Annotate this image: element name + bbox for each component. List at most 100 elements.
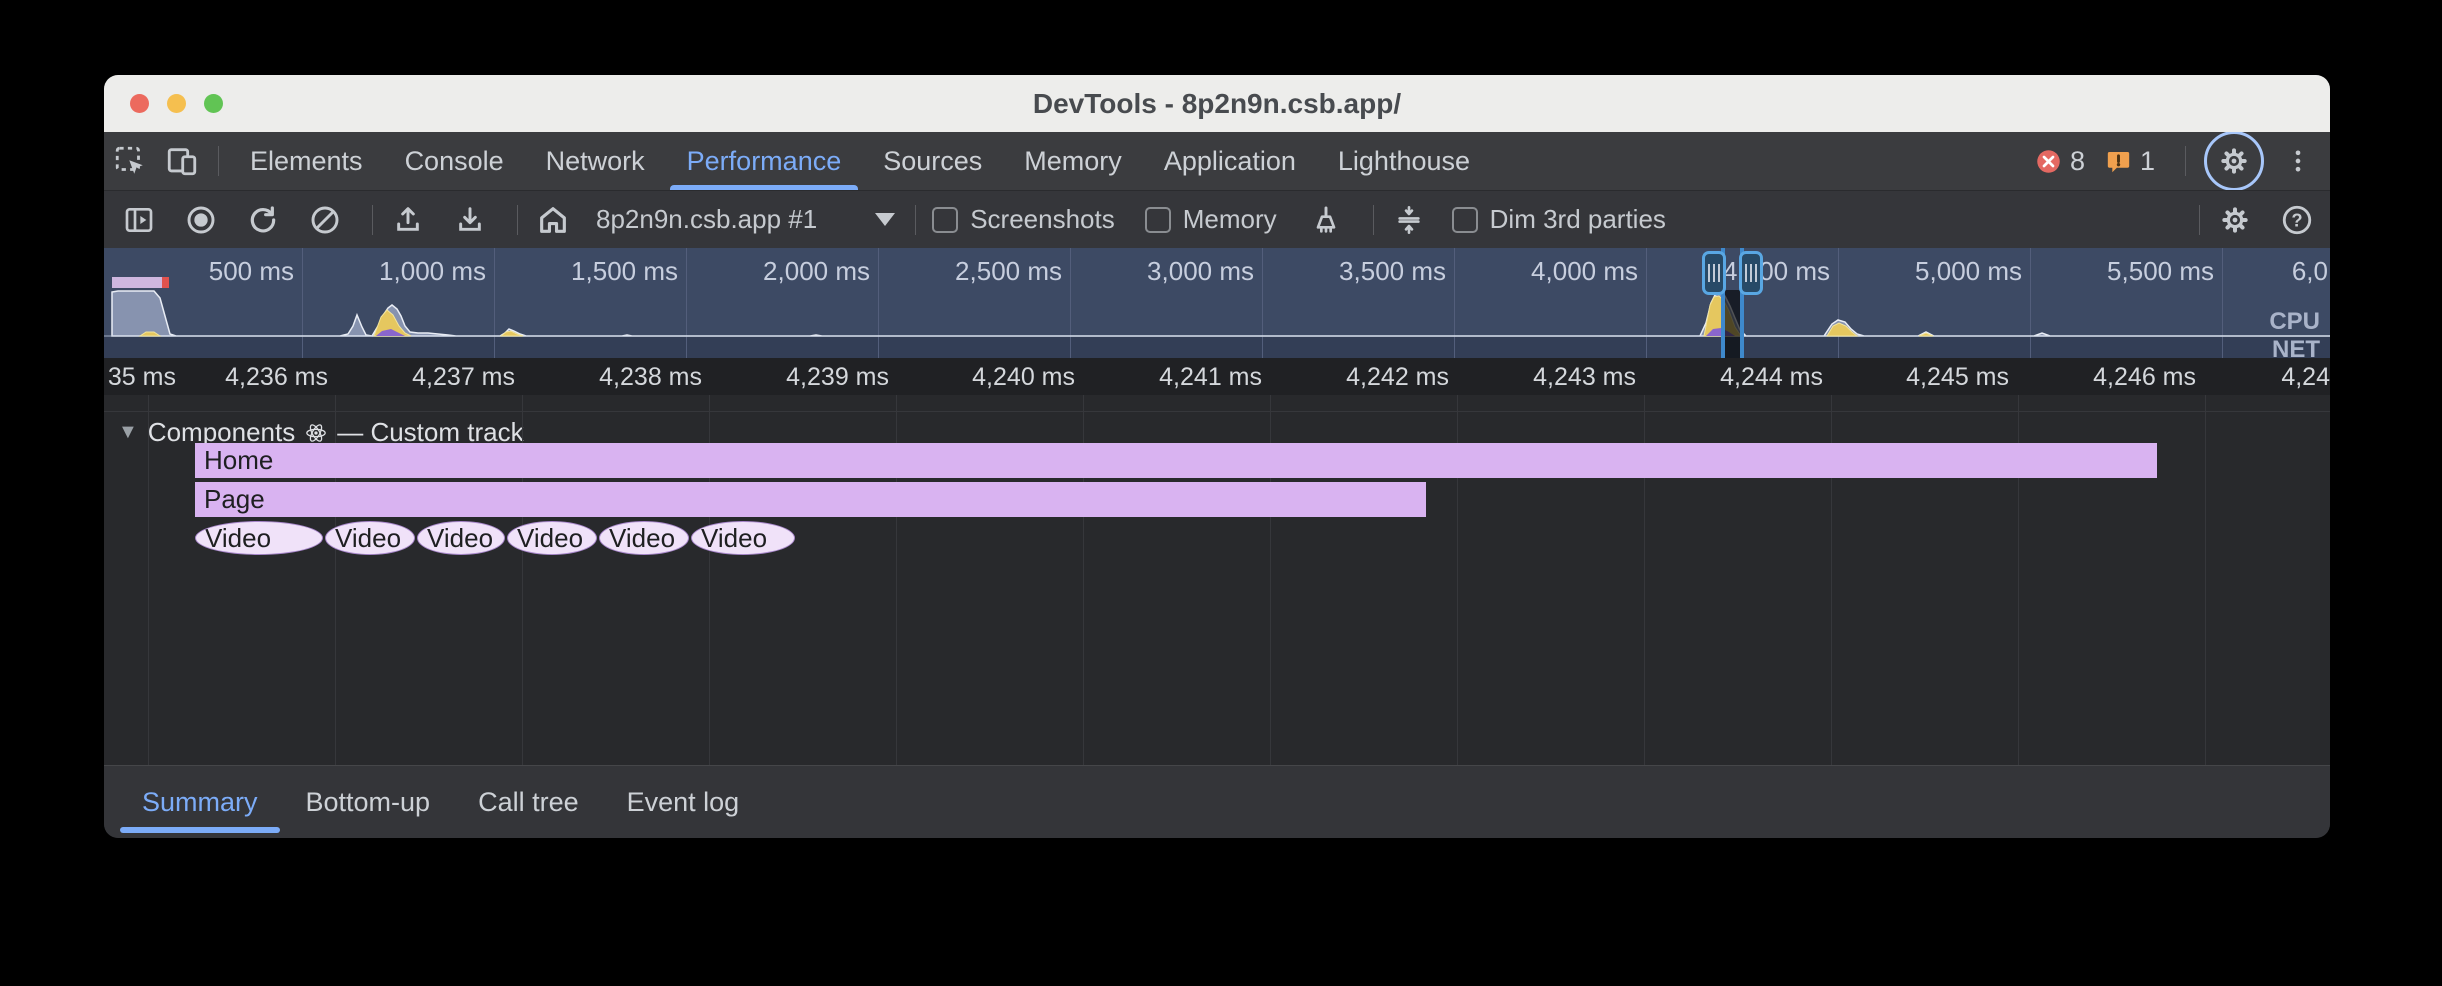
issues-badge[interactable]: 1 [2105,146,2155,177]
block-icon [309,204,341,236]
reload-icon [247,204,279,236]
issue-count: 1 [2140,146,2155,177]
home-button[interactable] [528,195,578,245]
performance-toolbar: 8p2n9n.csb.app #1 Screenshots Memory [104,190,2330,248]
gear-icon [2218,145,2250,177]
flame-bar-video[interactable]: Video [691,521,795,555]
inspect-element-button[interactable] [104,135,156,187]
target-selector[interactable]: 8p2n9n.csb.app #1 [596,204,895,235]
flame-bar-video[interactable]: Video [325,521,415,555]
console-errors-badge[interactable]: 8 [2035,146,2085,177]
capture-settings-button[interactable] [2210,195,2260,245]
timeline-ruler: 35 ms4,236 ms4,237 ms4,238 ms4,239 ms4,2… [104,358,2330,395]
device-toolbar-icon [165,144,199,178]
home-icon [536,203,570,237]
handle-grip [1755,264,1757,282]
dim-3rd-parties-label: Dim 3rd parties [1490,204,1666,235]
download-icon [454,204,486,236]
divider [372,205,373,235]
divider [1373,205,1374,235]
tab-network[interactable]: Network [525,132,666,190]
error-icon [2035,148,2062,175]
tab-application[interactable]: Application [1143,132,1317,190]
flame-chart-area[interactable]: ▼ Components — Custom track HomePageVide… [104,395,2330,765]
tab-elements[interactable]: Elements [229,132,384,190]
upload-profile-button[interactable] [383,195,433,245]
reload-and-record-button[interactable] [238,195,288,245]
track-gridline [2205,395,2206,765]
selection-handle-left[interactable] [1702,251,1726,295]
memory-label: Memory [1183,204,1277,235]
react-atom-icon [305,422,327,444]
divider [104,411,2330,412]
memory-checkbox[interactable] [1145,207,1171,233]
tab-memory[interactable]: Memory [1003,132,1143,190]
handle-grip [1750,264,1752,282]
panel-tabs: ElementsConsoleNetworkPerformanceSources… [229,132,1491,190]
tab-console[interactable]: Console [384,132,525,190]
inspect-cursor-icon [113,144,147,178]
details-tab-bar: SummaryBottom-upCall treeEvent log [104,765,2330,838]
tab-lighthouse[interactable]: Lighthouse [1317,132,1491,190]
ruler-time-label: 4,24 [2100,363,2330,392]
device-toolbar-button[interactable] [156,135,208,187]
clear-recording-button[interactable] [300,195,350,245]
handle-grip [1745,264,1747,282]
chevron-down-icon [875,213,895,227]
flame-bar-video[interactable]: Video [507,521,597,555]
dim-3rd-parties-checkbox[interactable] [1452,207,1478,233]
help-icon: ? [2280,203,2314,237]
more-options-button[interactable] [2272,135,2324,187]
error-count: 8 [2070,146,2085,177]
flame-bar-video[interactable]: Video [417,521,505,555]
tab-bottom-up[interactable]: Bottom-up [282,766,455,838]
panel-left-icon [123,204,155,236]
help-button[interactable]: ? [2272,195,2322,245]
divider [2185,146,2186,176]
record-button[interactable] [176,195,226,245]
collect-garbage-button[interactable] [1301,195,1351,245]
overview-time-label: 6,0 [2098,256,2328,287]
tab-event-log[interactable]: Event log [603,766,764,838]
screenshots-checkbox[interactable] [932,207,958,233]
flame-bar-page[interactable]: Page [195,482,1426,517]
shortcuts-dialog-button[interactable] [1384,195,1434,245]
target-label: 8p2n9n.csb.app #1 [596,204,817,235]
tab-call-tree[interactable]: Call tree [454,766,603,838]
upload-icon [392,204,424,236]
broom-icon [1310,204,1342,236]
issue-icon [2105,148,2132,175]
divider [2199,205,2200,235]
screenshots-label: Screenshots [970,204,1115,235]
divider [218,146,219,176]
timeline-overview[interactable]: CPU NET 500 ms1,000 ms1,500 ms2,000 ms2,… [104,248,2330,358]
handle-grip [1713,264,1715,282]
devtools-window: DevTools - 8p2n9n.csb.app/ ElementsConso… [104,75,2330,838]
download-profile-button[interactable] [445,195,495,245]
flame-bar-home[interactable]: Home [195,443,2157,478]
collapse-triangle-icon[interactable]: ▼ [118,421,138,444]
divider [517,205,518,235]
handle-grip [1718,264,1720,282]
three-dot-menu-icon [2284,147,2312,175]
selection-handle-right[interactable] [1739,251,1763,295]
toggle-sidebar-button[interactable] [114,195,164,245]
flame-bar-video[interactable]: Video [195,521,323,555]
window-title: DevTools - 8p2n9n.csb.app/ [104,88,2330,120]
devtools-tab-bar: ElementsConsoleNetworkPerformanceSources… [104,132,2330,190]
tab-sources[interactable]: Sources [862,132,1003,190]
settings-button[interactable] [2204,131,2264,191]
collapse-icon [1393,204,1425,236]
tab-performance[interactable]: Performance [666,132,863,190]
flame-bar-video[interactable]: Video [599,521,689,555]
title-bar: DevTools - 8p2n9n.csb.app/ [104,75,2330,132]
tab-summary[interactable]: Summary [118,766,282,838]
handle-grip [1708,264,1710,282]
divider [915,205,916,235]
track-gridline [148,395,149,765]
active-tab-indicator [670,185,859,190]
record-icon [185,204,217,236]
gear-icon [2219,204,2251,236]
svg-text:?: ? [2291,209,2302,230]
active-tab-indicator [120,827,280,833]
